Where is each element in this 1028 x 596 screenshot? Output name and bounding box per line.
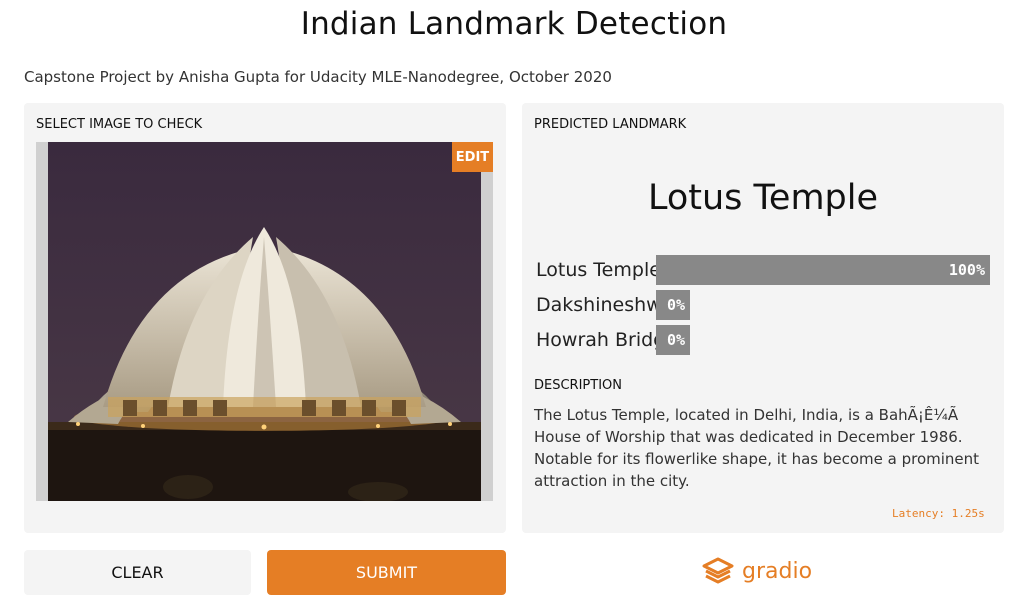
- input-panel-label: SELECT IMAGE TO CHECK: [36, 117, 203, 132]
- page-subtitle: Capstone Project by Anisha Gupta for Uda…: [24, 68, 612, 86]
- latency-text: Latency: 1.25s: [892, 507, 985, 520]
- confidence-row: Dakshineshwar 0%: [536, 290, 690, 320]
- lotus-temple-photo[interactable]: [48, 142, 481, 501]
- confidence-bar: 0%: [656, 290, 690, 320]
- confidence-label: Dakshineshwar: [536, 294, 656, 316]
- confidence-bar: 100%: [656, 255, 990, 285]
- photo-graphic: [48, 142, 481, 501]
- page-title: Indian Landmark Detection: [300, 6, 728, 42]
- clear-button[interactable]: CLEAR: [24, 550, 251, 595]
- gradio-logo[interactable]: gradio: [702, 555, 812, 587]
- description-text: The Lotus Temple, located in Delhi, Indi…: [534, 406, 980, 490]
- edit-button[interactable]: EDIT: [452, 142, 493, 172]
- gradio-logo-icon: [702, 557, 734, 584]
- description-label: DESCRIPTION: [534, 378, 622, 393]
- gradio-logo-text: gradio: [742, 558, 813, 584]
- confidence-bar: 0%: [656, 325, 690, 355]
- submit-button[interactable]: SUBMIT: [267, 550, 506, 595]
- predicted-label: Lotus Temple: [647, 178, 879, 218]
- confidence-row: Howrah Bridge 0%: [536, 325, 690, 355]
- output-panel-label: PREDICTED LANDMARK: [534, 117, 687, 132]
- app-page: Indian Landmark Detection Capstone Proje…: [0, 0, 1028, 596]
- confidence-row: Lotus Temple 100%: [536, 255, 990, 285]
- confidence-label: Howrah Bridge: [536, 329, 656, 351]
- confidence-label: Lotus Temple: [536, 259, 656, 281]
